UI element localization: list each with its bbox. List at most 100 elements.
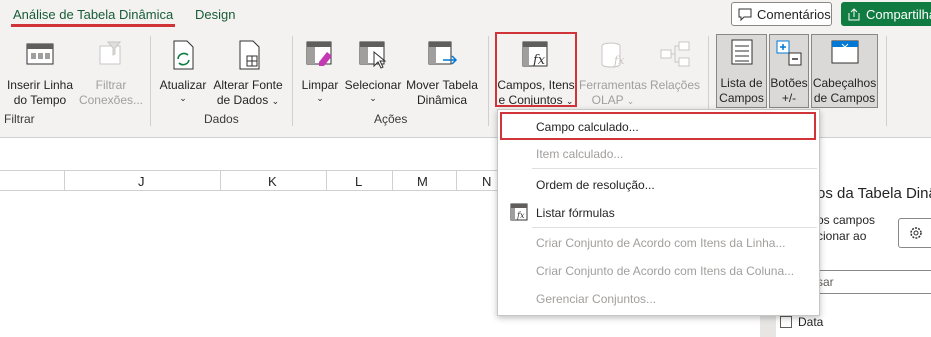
group-label-acoes: Ações xyxy=(374,112,408,126)
relacoes-label: Relações xyxy=(649,78,701,92)
list-formulas-icon: fx xyxy=(510,203,528,221)
svg-text:fx: fx xyxy=(516,211,525,220)
comments-button[interactable]: Comentários xyxy=(731,2,832,26)
select-icon xyxy=(359,41,387,69)
comment-icon xyxy=(738,8,752,21)
group-label-filtrar: Filtrar xyxy=(4,112,35,126)
ferramentas-olap-label-2-text: OLAP xyxy=(591,93,624,107)
group-separator xyxy=(150,36,151,126)
panel-desc-line-3: : xyxy=(817,244,875,260)
column-divider xyxy=(220,171,221,190)
comments-label: Comentários xyxy=(757,6,831,22)
panel-field-item[interactable]: Data xyxy=(780,315,823,329)
mover-tabela-dinamica-button[interactable]: Mover Tabela Dinâmica xyxy=(404,38,480,108)
plus-minus-buttons-icon xyxy=(776,40,802,66)
ferramentas-olap-label-2: OLAP ⌄ xyxy=(592,93,635,108)
panel-description: os campos cionar ao : xyxy=(817,212,875,260)
panel-desc-line-1: os campos xyxy=(817,213,876,227)
ferramentas-olap-label-1: Ferramentas xyxy=(578,78,648,92)
menu-item-item-calculado[interactable]: Item calculado... xyxy=(536,147,623,161)
lista-campos-label-1: Lista de xyxy=(720,76,763,90)
menu-separator xyxy=(532,227,817,228)
menu-item-ordem-resolucao[interactable]: Ordem de resolução... xyxy=(536,178,655,192)
atualizar-caret-icon: ⌄ xyxy=(179,93,187,103)
tab-design[interactable]: Design xyxy=(195,7,235,22)
inserir-linha-tempo-label-1: Inserir Linha xyxy=(6,78,74,92)
ferramentas-olap-caret-icon: ⌄ xyxy=(626,96,635,106)
lista-campos-button[interactable]: Lista de Campos xyxy=(716,36,767,106)
timeline-icon xyxy=(26,43,54,65)
ferramentas-olap-button[interactable]: fx Ferramentas OLAP ⌄ xyxy=(578,38,648,108)
field-headers-icon xyxy=(831,40,858,64)
filtrar-conexoes-label-2: Conexões... xyxy=(78,93,144,107)
selecionar-button[interactable]: Selecionar ⌄ xyxy=(344,38,402,103)
group-separator xyxy=(292,36,293,126)
ribbon-tab-bar: Análise de Tabela Dinâmica Design Coment… xyxy=(0,0,931,30)
limpar-caret-icon: ⌄ xyxy=(316,93,324,103)
column-header-j[interactable]: J xyxy=(138,174,145,189)
olap-tools-icon: fx xyxy=(601,42,625,68)
alterar-fonte-label-2: de Dados ⌄ xyxy=(217,93,279,108)
botoes-button[interactable]: Botões +/- xyxy=(769,36,809,106)
panel-settings-button[interactable] xyxy=(898,218,931,248)
highlight-box-campo-calculado xyxy=(500,112,816,140)
alterar-fonte-dados-button[interactable]: Alterar Fonte de Dados ⌄ xyxy=(210,38,286,108)
alterar-fonte-label-2-text: de Dados xyxy=(216,93,269,107)
column-divider xyxy=(392,171,393,190)
group-separator xyxy=(886,36,887,126)
alterar-fonte-caret-icon: ⌄ xyxy=(271,96,280,106)
mover-tabela-label-2: Dinâmica xyxy=(416,93,467,107)
share-button[interactable]: Compartilhar xyxy=(841,2,931,26)
inserir-linha-tempo-label-2: do Tempo xyxy=(13,93,67,107)
inserir-linha-tempo-button[interactable]: Inserir Linha do Tempo xyxy=(4,38,76,108)
column-header-k[interactable]: K xyxy=(268,174,277,189)
campos-itens-dropdown-menu: Campo calculado... Item calculado... Ord… xyxy=(497,109,820,316)
filter-connections-icon xyxy=(99,41,122,65)
menu-item-gerenciar-conjuntos[interactable]: Gerenciar Conjuntos... xyxy=(536,292,656,306)
atualizar-button[interactable]: Atualizar ⌄ xyxy=(156,38,210,103)
relationships-icon xyxy=(660,41,690,67)
group-separator xyxy=(488,36,489,126)
share-label: Compartilhar xyxy=(866,6,931,22)
svg-text:fx: fx xyxy=(613,54,625,67)
column-header-m[interactable]: M xyxy=(417,174,428,189)
selecionar-caret-icon: ⌄ xyxy=(369,93,377,103)
filtrar-conexoes-button[interactable]: Filtrar Conexões... xyxy=(78,38,144,108)
limpar-label: Limpar xyxy=(301,78,339,92)
field-label-data: Data xyxy=(798,315,824,329)
column-divider xyxy=(456,171,457,190)
mover-tabela-label-1: Mover Tabela xyxy=(406,78,478,92)
cabecalhos-campos-button[interactable]: Cabeçalhos de Campos xyxy=(811,36,878,106)
botoes-label-2: +/- xyxy=(781,91,797,105)
alterar-fonte-label-1: Alterar Fonte xyxy=(213,78,283,92)
clear-icon xyxy=(306,41,332,66)
panel-title: os da Tabela Dinâ xyxy=(817,185,931,202)
limpar-button[interactable]: Limpar ⌄ xyxy=(298,38,342,103)
menu-item-criar-conjunto-coluna[interactable]: Criar Conjunto de Acordo com Itens da Co… xyxy=(536,264,794,278)
column-header-n[interactable]: N xyxy=(482,174,491,189)
tab-analise-tabela-dinamica[interactable]: Análise de Tabela Dinâmica xyxy=(10,7,176,27)
atualizar-label: Atualizar xyxy=(159,78,207,92)
panel-desc-line-2: cionar ao xyxy=(817,229,867,243)
selecionar-label: Selecionar xyxy=(344,78,402,92)
relacoes-button[interactable]: Relações xyxy=(648,38,702,93)
menu-separator xyxy=(532,168,817,169)
menu-item-criar-conjunto-linha[interactable]: Criar Conjunto de Acordo com Itens da Li… xyxy=(536,236,785,250)
field-list-icon xyxy=(731,39,752,65)
field-checkbox[interactable] xyxy=(780,316,792,328)
move-pivot-table-icon xyxy=(428,41,458,65)
change-data-source-icon xyxy=(239,40,260,70)
filtrar-conexoes-label-1: Filtrar xyxy=(95,78,127,92)
gear-icon xyxy=(910,227,922,239)
column-header-l[interactable]: L xyxy=(355,174,362,189)
refresh-icon xyxy=(173,40,194,70)
menu-item-listar-formulas[interactable]: Listar fórmulas xyxy=(536,206,615,220)
cabecalhos-label-1: Cabeçalhos xyxy=(812,76,877,90)
column-divider xyxy=(326,171,327,190)
share-icon xyxy=(848,7,860,20)
cabecalhos-label-2: de Campos xyxy=(813,91,876,105)
column-divider xyxy=(64,171,65,190)
group-label-dados: Dados xyxy=(204,112,239,126)
botoes-label-1: Botões xyxy=(770,76,808,90)
highlight-box-campos-itens xyxy=(495,32,577,107)
